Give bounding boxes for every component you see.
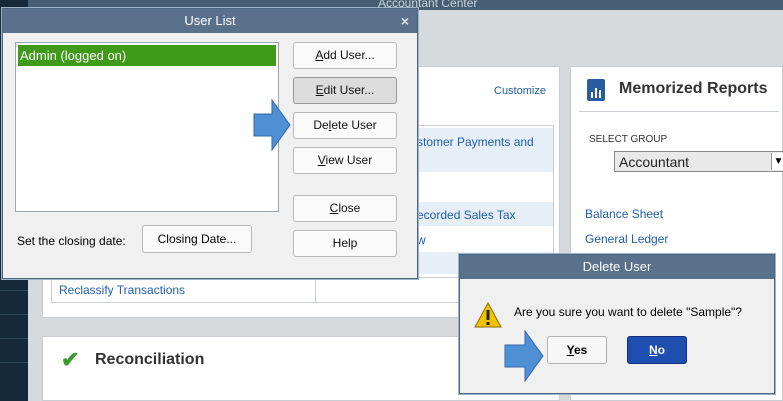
delete-user-button[interactable]: Delete User bbox=[293, 112, 397, 139]
help-button[interactable]: Help bbox=[293, 230, 397, 257]
report-group-value: Accountant bbox=[619, 154, 690, 170]
user-list-dialog: User List × Admin (logged on) Add User..… bbox=[2, 8, 418, 279]
close-icon[interactable]: × bbox=[401, 9, 409, 33]
checkmark-icon: ✔ bbox=[61, 347, 80, 372]
general-ledger-link[interactable]: General Ledger bbox=[585, 232, 668, 246]
divider bbox=[579, 111, 779, 112]
edit-user-button[interactable]: Edit User... bbox=[293, 77, 397, 104]
add-user-button[interactable]: Add User... bbox=[293, 42, 397, 69]
delete-user-titlebar[interactable]: Delete User bbox=[460, 255, 774, 279]
user-listbox[interactable]: Admin (logged on) bbox=[15, 42, 279, 212]
reclassify-transactions-link[interactable]: Reclassify Transactions bbox=[59, 283, 185, 297]
closing-date-label: Set the closing date: bbox=[17, 234, 126, 248]
balance-sheet-link[interactable]: Balance Sheet bbox=[585, 207, 663, 221]
no-button[interactable]: No bbox=[627, 336, 687, 364]
select-group-label: SELECT GROUP bbox=[589, 134, 668, 145]
pointer-arrow-icon bbox=[504, 329, 544, 383]
memorized-reports-title: Memorized Reports bbox=[619, 80, 768, 97]
divider bbox=[315, 277, 316, 303]
reconciliation-title: Reconciliation bbox=[95, 351, 205, 368]
dialog-title: Delete User bbox=[582, 259, 652, 274]
closing-date-button[interactable]: Closing Date... bbox=[142, 225, 252, 253]
view-link-fragment[interactable]: w bbox=[417, 233, 426, 247]
pointer-arrow-icon bbox=[253, 98, 291, 152]
dialog-title: User List bbox=[184, 13, 236, 28]
report-chart-icon bbox=[587, 79, 605, 101]
warning-icon bbox=[474, 301, 502, 328]
report-group-select[interactable]: Accountant ▼ bbox=[614, 151, 783, 172]
chevron-down-icon[interactable]: ▼ bbox=[771, 153, 783, 170]
customize-link[interactable]: Customize bbox=[494, 85, 546, 97]
user-list-item[interactable]: Admin (logged on) bbox=[18, 45, 276, 66]
customer-payments-link[interactable]: stomer Payments and bbox=[417, 135, 534, 149]
delete-confirm-message: Are you sure you want to delete "Sample"… bbox=[514, 305, 742, 319]
close-button[interactable]: Close bbox=[293, 195, 397, 222]
recorded-sales-tax-link[interactable]: ecorded Sales Tax bbox=[417, 208, 516, 222]
yes-button[interactable]: Yes bbox=[547, 336, 607, 364]
user-list-titlebar[interactable]: User List × bbox=[3, 9, 417, 33]
view-user-button[interactable]: View User bbox=[293, 147, 397, 174]
